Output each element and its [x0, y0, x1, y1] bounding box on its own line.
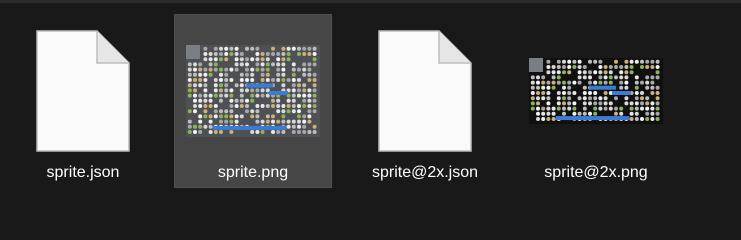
file-name-label: sprite@2x.json — [371, 164, 479, 181]
generic-file-icon — [347, 25, 503, 157]
file-name-label: sprite.json — [46, 164, 120, 181]
image-thumbnail — [175, 25, 331, 157]
file-item-sprite-2x-png[interactable]: sprite@2x.png — [517, 14, 675, 188]
image-thumbnail — [518, 25, 674, 157]
file-explorer-pane: sprite.json sprite.png sprite@2x.json sp… — [0, 0, 741, 209]
file-item-sprite-2x-json[interactable]: sprite@2x.json — [346, 14, 504, 188]
file-item-sprite-png[interactable]: sprite.png — [174, 14, 332, 188]
pane-top-border — [0, 0, 741, 3]
file-name-label: sprite@2x.png — [544, 164, 648, 181]
file-name-label: sprite.png — [217, 164, 289, 181]
generic-file-icon — [5, 25, 161, 157]
file-item-sprite-json[interactable]: sprite.json — [4, 14, 162, 188]
